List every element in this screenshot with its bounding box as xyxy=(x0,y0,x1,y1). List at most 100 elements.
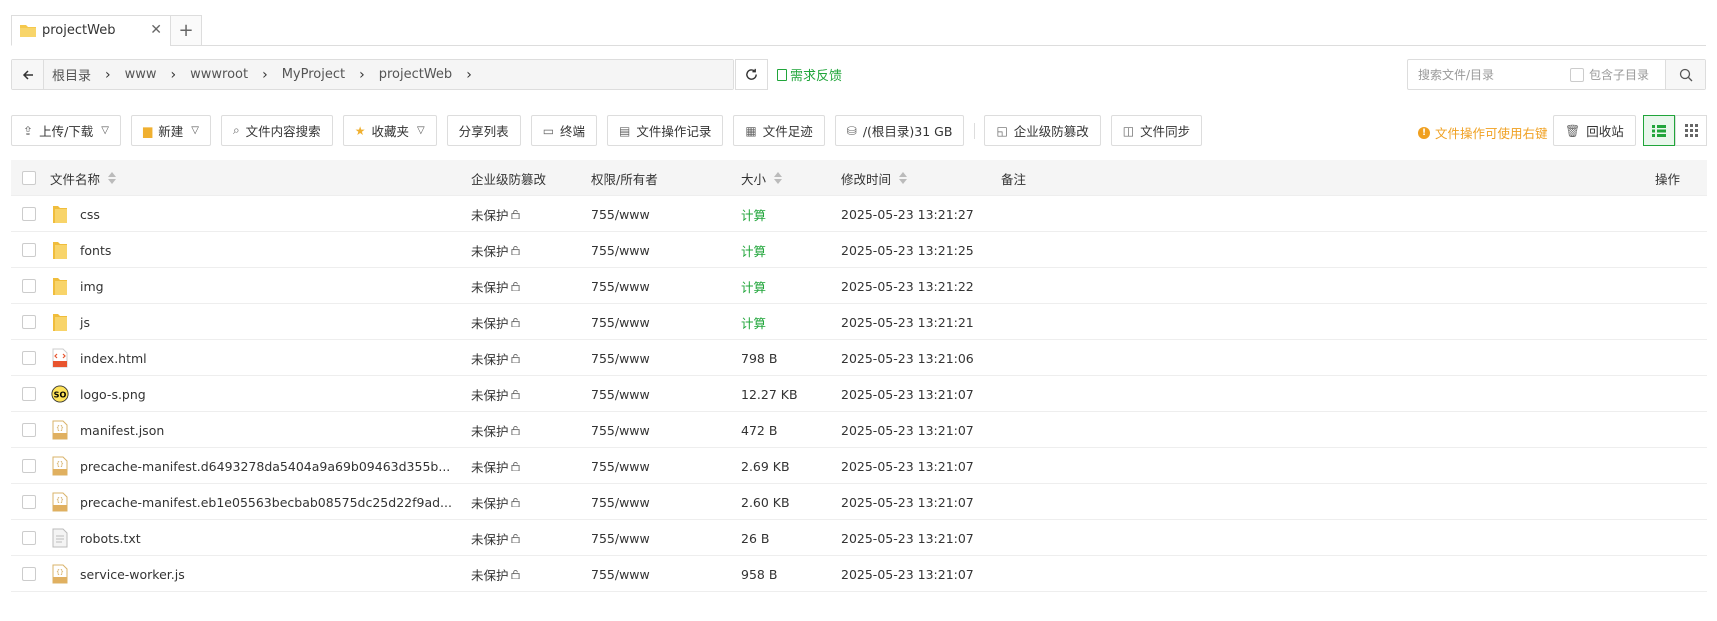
permission-value[interactable]: 755/www xyxy=(591,387,650,402)
include-subdir-checkbox[interactable]: 包含子目录 xyxy=(1570,66,1649,83)
permission-value[interactable]: 755/www xyxy=(591,243,650,258)
row-checkbox[interactable] xyxy=(22,495,36,509)
sync-button[interactable]: ◫ 文件同步 xyxy=(1110,115,1203,146)
share-list-button[interactable]: 分享列表 xyxy=(446,115,521,146)
close-icon[interactable]: ✕ xyxy=(150,22,162,38)
permission-value[interactable]: 755/www xyxy=(591,279,650,294)
calc-size-link[interactable]: 计算 xyxy=(741,313,766,332)
recycle-bin-button[interactable]: 🗑︎ 回收站 xyxy=(1553,115,1636,146)
refresh-button[interactable] xyxy=(735,59,768,90)
table-row[interactable]: fonts 未保护 755/www 计算 2025-05-23 13:21:25 xyxy=(11,232,1707,268)
file-name[interactable]: manifest.json xyxy=(80,423,164,438)
row-checkbox[interactable] xyxy=(22,459,36,473)
protection-status[interactable]: 未保护 xyxy=(471,205,509,224)
calc-size-link[interactable]: 计算 xyxy=(741,277,766,296)
table-row[interactable]: {} precache-manifest.eb1e05563becbab08575… xyxy=(11,484,1707,520)
grid-view-button[interactable] xyxy=(1675,115,1707,146)
tab-projectweb[interactable]: projectWeb ✕ xyxy=(11,15,171,46)
add-tab-button[interactable]: + xyxy=(170,15,202,46)
calc-size-link[interactable]: 计算 xyxy=(741,205,766,224)
permission-value[interactable]: 755/www xyxy=(591,207,650,222)
terminal-button[interactable]: ▭ 终端 xyxy=(530,115,598,146)
protection-status[interactable]: 未保护 xyxy=(471,565,509,584)
permission-value[interactable]: 755/www xyxy=(591,423,650,438)
breadcrumb-item[interactable]: projectWeb xyxy=(379,67,452,82)
file-name[interactable]: css xyxy=(80,207,100,222)
protection-status[interactable]: 未保护 xyxy=(471,385,509,404)
feedback-link[interactable]: 需求反馈 xyxy=(777,65,842,84)
row-select-cell xyxy=(22,376,36,412)
row-select-cell xyxy=(22,232,36,268)
favorites-button[interactable]: ★ 收藏夹 ▽ xyxy=(342,115,437,146)
permission-value[interactable]: 755/www xyxy=(591,351,650,366)
row-checkbox[interactable] xyxy=(22,243,36,257)
content-search-button[interactable]: ⌕ 文件内容搜索 xyxy=(220,115,333,146)
size-value: 2.69 KB xyxy=(741,458,790,474)
col-size[interactable]: 大小 xyxy=(741,160,783,196)
protection-status[interactable]: 未保护 xyxy=(471,529,509,548)
row-checkbox[interactable] xyxy=(22,531,36,545)
col-name[interactable]: 文件名称 xyxy=(50,160,117,196)
back-button[interactable] xyxy=(12,60,44,89)
protection-status[interactable]: 未保护 xyxy=(471,277,509,296)
protection-status[interactable]: 未保护 xyxy=(471,457,509,476)
disk-button[interactable]: ⛁ /(根目录)31 GB xyxy=(834,115,965,146)
col-mtime[interactable]: 修改时间 xyxy=(841,160,908,196)
upload-download-button[interactable]: ⇪ 上传/下载 ▽ xyxy=(11,115,121,146)
protection-status[interactable]: 未保护 xyxy=(471,493,509,512)
calc-size-link[interactable]: 计算 xyxy=(741,241,766,260)
table-row[interactable]: index.html 未保护 755/www 798 B 2025-05-23 13:2… xyxy=(11,340,1707,376)
file-name[interactable]: index.html xyxy=(80,351,147,366)
new-button[interactable]: ▆ 新建 ▽ xyxy=(130,115,211,146)
protection-status[interactable]: 未保护 xyxy=(471,313,509,332)
file-name[interactable]: img xyxy=(80,279,104,294)
file-name[interactable]: js xyxy=(80,315,90,330)
permission-value[interactable]: 755/www xyxy=(591,495,650,510)
permission-value[interactable]: 755/www xyxy=(591,459,650,474)
file-name[interactable]: fonts xyxy=(80,243,111,258)
table-row[interactable]: css 未保护 755/www 计算 2025-05-23 13:21:27 xyxy=(11,196,1707,232)
protection-status[interactable]: 未保护 xyxy=(471,421,509,440)
table-row[interactable]: img 未保护 755/www 计算 2025-05-23 13:21:22 xyxy=(11,268,1707,304)
permission-value[interactable]: 755/www xyxy=(591,531,650,546)
tamper-button[interactable]: ◱ 企业级防篡改 xyxy=(984,115,1101,146)
file-name[interactable]: service-worker.js xyxy=(80,567,185,582)
row-checkbox[interactable] xyxy=(22,315,36,329)
size-cell: 计算 xyxy=(741,232,766,268)
disk-icon: ⛁ xyxy=(846,123,857,138)
table-row[interactable]: robots.txt 未保护 755/www 26 B 2025-05-23 13:21… xyxy=(11,520,1707,556)
row-checkbox[interactable] xyxy=(22,279,36,293)
file-name[interactable]: logo-s.png xyxy=(80,387,146,402)
row-checkbox[interactable] xyxy=(22,423,36,437)
search-icon xyxy=(1679,68,1692,81)
list-view-button[interactable] xyxy=(1643,115,1675,146)
file-name[interactable]: robots.txt xyxy=(80,531,141,546)
table-row[interactable]: js 未保护 755/www 计算 2025-05-23 13:21:21 xyxy=(11,304,1707,340)
row-checkbox[interactable] xyxy=(22,567,36,581)
table-row[interactable]: {} manifest.json 未保护 755/www 472 B 2025-05-23… xyxy=(11,412,1707,448)
row-checkbox[interactable] xyxy=(22,207,36,221)
breadcrumb-item[interactable]: wwwroot xyxy=(190,67,248,82)
select-all-checkbox[interactable] xyxy=(22,171,36,185)
lock-icon xyxy=(510,279,520,294)
file-name[interactable]: precache-manifest.eb1e05563becbab08575dc… xyxy=(80,495,452,510)
table-row[interactable]: SO logo-s.png 未保护 755/www 12.27 KB 2025-05-23… xyxy=(11,376,1707,412)
row-checkbox[interactable] xyxy=(22,387,36,401)
permission-value[interactable]: 755/www xyxy=(591,315,650,330)
row-checkbox[interactable] xyxy=(22,351,36,365)
checkbox[interactable] xyxy=(1570,67,1584,82)
table-row[interactable]: {} service-worker.js 未保护 755/www 958 B 2025-0… xyxy=(11,556,1707,592)
breadcrumb-item[interactable]: MyProject xyxy=(282,67,345,82)
breadcrumb-item[interactable]: www xyxy=(125,67,157,82)
search-input[interactable] xyxy=(1408,67,1568,82)
file-name[interactable]: precache-manifest.d6493278da5404a9a69b09… xyxy=(80,459,450,474)
permission-value[interactable]: 755/www xyxy=(591,567,650,582)
breadcrumb-item[interactable]: 根目录 xyxy=(52,65,91,84)
op-log-button[interactable]: ▤ 文件操作记录 xyxy=(607,115,724,146)
footprint-button[interactable]: ▦ 文件足迹 xyxy=(733,115,825,146)
table-row[interactable]: {} precache-manifest.d6493278da5404a9a69b… xyxy=(11,448,1707,484)
search-button[interactable] xyxy=(1665,60,1705,89)
protection-status[interactable]: 未保护 xyxy=(471,349,509,368)
protection-status[interactable]: 未保护 xyxy=(471,241,509,260)
row-select-cell xyxy=(22,268,36,304)
